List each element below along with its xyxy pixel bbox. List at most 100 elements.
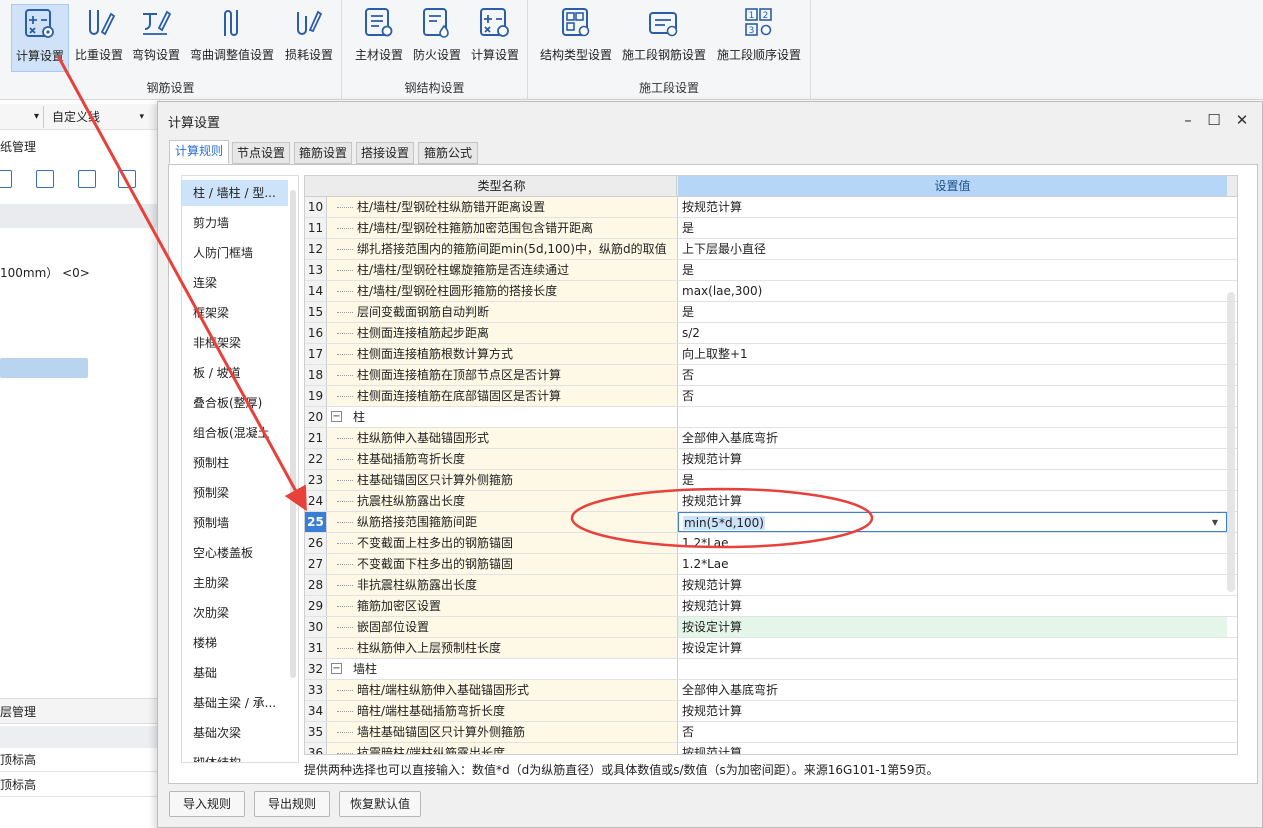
row-setting-value[interactable]: 按规范计算 <box>678 596 1227 616</box>
main-material-settings-button[interactable]: 主材设置 <box>352 4 406 72</box>
category-item[interactable]: 基础次梁 <box>182 720 288 746</box>
chevron-down-icon[interactable]: ▼ <box>1212 513 1218 533</box>
table-row[interactable]: 15 层间变截面钢筋自动判断 是 <box>305 302 1237 323</box>
row-setting-value[interactable]: 否 <box>678 365 1227 385</box>
export-rules-button[interactable]: 导出规则 <box>254 791 330 817</box>
table-row[interactable]: 30 嵌固部位设置 按设定计算 <box>305 617 1237 638</box>
table-row[interactable]: 21 柱纵筋伸入基础锚固形式 全部伸入基底弯折 <box>305 428 1237 449</box>
table-row[interactable]: 29 箍筋加密区设置 按规范计算 <box>305 596 1237 617</box>
table-row[interactable]: 34 暗柱/端柱基础插筋弯折长度 按规范计算 <box>305 701 1237 722</box>
table-row[interactable]: 31 柱纵筋伸入上层预制柱长度 按设定计算 <box>305 638 1237 659</box>
category-scrollbar[interactable] <box>290 190 296 678</box>
table-row[interactable]: 18 柱侧面连接植筋在顶部节点区是否计算 否 <box>305 365 1237 386</box>
table-row[interactable]: 20− 柱 <box>305 407 1237 428</box>
category-item[interactable]: 基础 <box>182 660 288 686</box>
close-button[interactable]: ✕ <box>1230 108 1254 132</box>
left-dropdown-arrow[interactable]: ▾ <box>0 106 44 128</box>
row-setting-value[interactable]: 全部伸入基底弯折 <box>678 680 1227 700</box>
category-item[interactable]: 板 / 坡道 <box>182 360 288 386</box>
floor-row[interactable]: 顶标高 <box>0 773 160 797</box>
calc-settings-button[interactable]: 计算设置 <box>11 4 69 72</box>
segment-rebar-settings-button[interactable]: 施工段钢筋设置 <box>620 4 708 72</box>
setting-value-editor[interactable]: min(5*d,100) ▼ <box>678 512 1227 532</box>
row-setting-value[interactable]: 全部伸入基底弯折 <box>678 428 1227 448</box>
row-setting-value[interactable]: 是 <box>678 470 1227 490</box>
row-setting-value[interactable]: 是 <box>678 260 1227 280</box>
table-row[interactable]: 32− 墙柱 <box>305 659 1237 680</box>
tab-stirrup-settings[interactable]: 箍筋设置 <box>294 142 352 164</box>
row-setting-value[interactable]: 按规范计算 <box>678 491 1227 511</box>
table-row[interactable]: 13 柱/墙柱/型钢砼柱螺旋箍筋是否连续通过 是 <box>305 260 1237 281</box>
category-item[interactable]: 非框架梁 <box>182 330 288 356</box>
copy-icon[interactable] <box>36 170 54 188</box>
table-row[interactable]: 26 不变截面上柱多出的钢筋锚固 1.2*Lae <box>305 533 1237 554</box>
row-setting-value[interactable]: 是 <box>678 218 1227 238</box>
collapse-toggle-icon[interactable]: − <box>331 663 342 674</box>
category-item[interactable]: 叠合板(整厚) <box>182 390 288 416</box>
table-row[interactable]: 10 柱/墙柱/型钢砼柱纵筋错开距离设置 按规范计算 <box>305 197 1237 218</box>
table-row[interactable]: 35 墙柱基础锚固区只计算外侧箍筋 否 <box>305 722 1237 743</box>
row-setting-value[interactable]: 上下层最小直径 <box>678 239 1227 259</box>
collapse-toggle-icon[interactable]: − <box>331 411 342 422</box>
category-item[interactable]: 人防门框墙 <box>182 240 288 266</box>
category-item[interactable]: 楼梯 <box>182 630 288 656</box>
row-setting-value[interactable]: 向上取整+1 <box>678 344 1227 364</box>
category-item[interactable]: 砌体结构 <box>182 750 288 762</box>
line-type-dropdown[interactable]: 自定义线 ▾ <box>48 106 148 128</box>
category-item[interactable]: 柱 / 墙柱 / 型... <box>182 180 288 206</box>
category-item[interactable]: 剪力墙 <box>182 210 288 236</box>
table-row[interactable]: 14 柱/墙柱/型钢砼柱圆形箍筋的搭接长度 max(lae,300) <box>305 281 1237 302</box>
category-item[interactable]: 基础主梁 / 承... <box>182 690 288 716</box>
left-panel-selected-bar[interactable] <box>0 358 88 378</box>
delete-icon[interactable] <box>0 170 12 188</box>
table-row[interactable]: 36 抗震暗柱/端柱纵筋露出长度 按规范计算 <box>305 743 1237 754</box>
row-setting-value[interactable]: 按规范计算 <box>678 449 1227 469</box>
row-setting-value[interactable]: 按规范计算 <box>678 701 1227 721</box>
table-row[interactable]: 33 暗柱/端柱纵筋伸入基础锚固形式 全部伸入基底弯折 <box>305 680 1237 701</box>
loss-settings-button[interactable]: 损耗设置 <box>282 4 336 72</box>
row-setting-value[interactable]: 1.2*Lae <box>678 533 1227 553</box>
row-setting-value[interactable]: 否 <box>678 386 1227 406</box>
category-item[interactable]: 空心楼盖板 <box>182 540 288 566</box>
category-item[interactable]: 预制梁 <box>182 480 288 506</box>
tab-stirrup-formula[interactable]: 箍筋公式 <box>418 142 478 164</box>
structure-type-settings-button[interactable]: 结构类型设置 <box>536 4 616 72</box>
minimize-button[interactable]: – <box>1176 108 1200 132</box>
table-row[interactable]: 19 柱侧面连接植筋在底部锚固区是否计算 否 <box>305 386 1237 407</box>
category-list[interactable]: 柱 / 墙柱 / 型... 剪力墙 人防门框墙 连梁 框架梁 非框架梁板 / 坡道 叠合板(… <box>181 175 299 763</box>
export-icon[interactable] <box>78 170 96 188</box>
table-row[interactable]: 16 柱侧面连接植筋起步距离 s/2 <box>305 323 1237 344</box>
row-setting-value[interactable]: max(lae,300) <box>678 281 1227 301</box>
row-setting-value[interactable]: s/2 <box>678 323 1227 343</box>
tab-calc-rules[interactable]: 计算规则 <box>169 140 229 164</box>
category-item[interactable]: 预制柱 <box>182 450 288 476</box>
maximize-button[interactable]: ☐ <box>1202 108 1226 132</box>
steel-calc-settings-button[interactable]: 计算设置 <box>468 4 522 72</box>
density-settings-button[interactable]: 比重设置 <box>72 4 126 72</box>
table-row[interactable]: 12 绑扎搭接范围内的箍筋间距min(5d,100)中，纵筋d的取值 上下层最小直径 <box>305 239 1237 260</box>
row-setting-value[interactable]: 否 <box>678 722 1227 742</box>
tab-node-settings[interactable]: 节点设置 <box>232 142 290 164</box>
row-setting-value[interactable]: 按设定计算 <box>678 617 1227 637</box>
category-item[interactable]: 组合板(混凝土 <box>182 420 288 446</box>
row-setting-value[interactable]: 按规范计算 <box>678 575 1227 595</box>
row-setting-value[interactable]: 按设定计算 <box>678 638 1227 658</box>
table-row[interactable]: 11 柱/墙柱/型钢砼柱箍筋加密范围包含错开距离 是 <box>305 218 1237 239</box>
restore-defaults-button[interactable]: 恢复默认值 <box>339 791 421 817</box>
row-setting-value[interactable]: 1.2*Lae <box>678 554 1227 574</box>
category-item[interactable]: 次肋梁 <box>182 600 288 626</box>
table-row[interactable]: 23 柱基础锚固区只计算外侧箍筋 是 <box>305 470 1237 491</box>
category-item[interactable]: 框架梁 <box>182 300 288 326</box>
table-row[interactable]: 17 柱侧面连接植筋根数计算方式 向上取整+1 <box>305 344 1237 365</box>
table-row[interactable]: 22 柱基础插筋弯折长度 按规范计算 <box>305 449 1237 470</box>
hook-settings-button[interactable]: 弯钩设置 <box>129 4 183 72</box>
category-item[interactable]: 预制墙 <box>182 510 288 536</box>
table-row[interactable]: 28 非抗震柱纵筋露出长度 按规范计算 <box>305 575 1237 596</box>
fireproof-settings-button[interactable]: 防火设置 <box>410 4 464 72</box>
segment-order-settings-button[interactable]: 123 施工段顺序设置 <box>714 4 804 72</box>
category-item[interactable]: 主肋梁 <box>182 570 288 596</box>
table-row[interactable]: 25 纵筋搭接范围箍筋间距 min(5*d,100) ▼ <box>305 512 1237 533</box>
floor-row[interactable]: 顶标高 <box>0 748 160 772</box>
table-row[interactable]: 24 抗震柱纵筋露出长度 按规范计算 <box>305 491 1237 512</box>
row-setting-value[interactable]: 按规范计算 <box>678 743 1227 754</box>
